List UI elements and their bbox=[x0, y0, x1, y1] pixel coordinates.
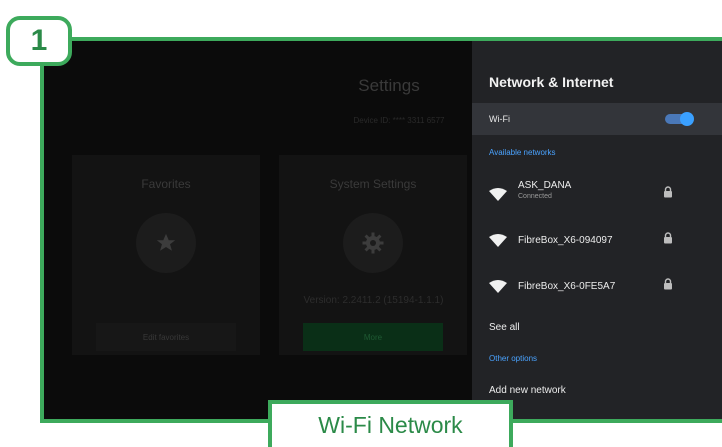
tv-screen-frame: Settings Device ID: **** 3311 6577 Favor… bbox=[40, 37, 722, 423]
network-name: ASK_DANA bbox=[518, 180, 572, 191]
more-button[interactable]: More bbox=[303, 323, 443, 351]
settings-title: Settings bbox=[358, 76, 420, 95]
device-id: Device ID: **** 3311 6577 bbox=[353, 116, 445, 125]
toggle-knob bbox=[680, 112, 694, 126]
other-options-label: Other options bbox=[489, 354, 538, 363]
lock-icon bbox=[664, 186, 672, 198]
lock-icon bbox=[664, 232, 672, 244]
star-icon bbox=[136, 213, 196, 273]
system-settings-title: System Settings bbox=[329, 177, 417, 191]
gear-icon bbox=[343, 213, 403, 273]
network-name: FibreBox_X6-0FE5A7 bbox=[518, 281, 616, 292]
wifi-icon bbox=[489, 188, 507, 201]
wifi-toggle-row[interactable]: Wi-Fi bbox=[472, 103, 722, 135]
lock-icon bbox=[664, 278, 672, 290]
wifi-label: Wi-Fi bbox=[489, 114, 510, 124]
favorites-title: Favorites bbox=[141, 177, 191, 191]
network-item-fibrebox-0fe5a7[interactable]: FibreBox_X6-0FE5A7 bbox=[472, 268, 722, 308]
network-status: Connected bbox=[518, 193, 552, 200]
wifi-toggle[interactable] bbox=[665, 112, 694, 126]
wifi-icon bbox=[489, 280, 507, 293]
panel-title: Network & Internet bbox=[489, 74, 614, 90]
network-item-ask-dana[interactable]: ASK_DANA Connected bbox=[472, 176, 722, 216]
wifi-icon bbox=[489, 234, 507, 247]
network-internet-panel: Network & Internet Wi-Fi Available netwo… bbox=[472, 41, 722, 419]
network-name: FibreBox_X6-094097 bbox=[518, 235, 613, 246]
available-networks-label: Available networks bbox=[489, 148, 556, 157]
caption-label: Wi-Fi Network bbox=[268, 400, 513, 447]
step-number-badge: 1 bbox=[6, 16, 72, 66]
system-settings-tile[interactable]: System Settings Version: 2.2411.2 (15194… bbox=[279, 155, 467, 355]
version-text: Version: 2.2411.2 (15194-1.1.1) bbox=[303, 295, 444, 306]
network-item-fibrebox-094097[interactable]: FibreBox_X6-094097 bbox=[472, 222, 722, 262]
favorites-tile[interactable]: Favorites Edit favorites bbox=[72, 155, 260, 355]
edit-favorites-button[interactable]: Edit favorites bbox=[96, 323, 236, 351]
add-new-network-item[interactable]: Add new network bbox=[489, 385, 566, 396]
see-all-link[interactable]: See all bbox=[489, 322, 520, 333]
settings-screen: Settings Device ID: **** 3311 6577 Favor… bbox=[44, 41, 476, 419]
